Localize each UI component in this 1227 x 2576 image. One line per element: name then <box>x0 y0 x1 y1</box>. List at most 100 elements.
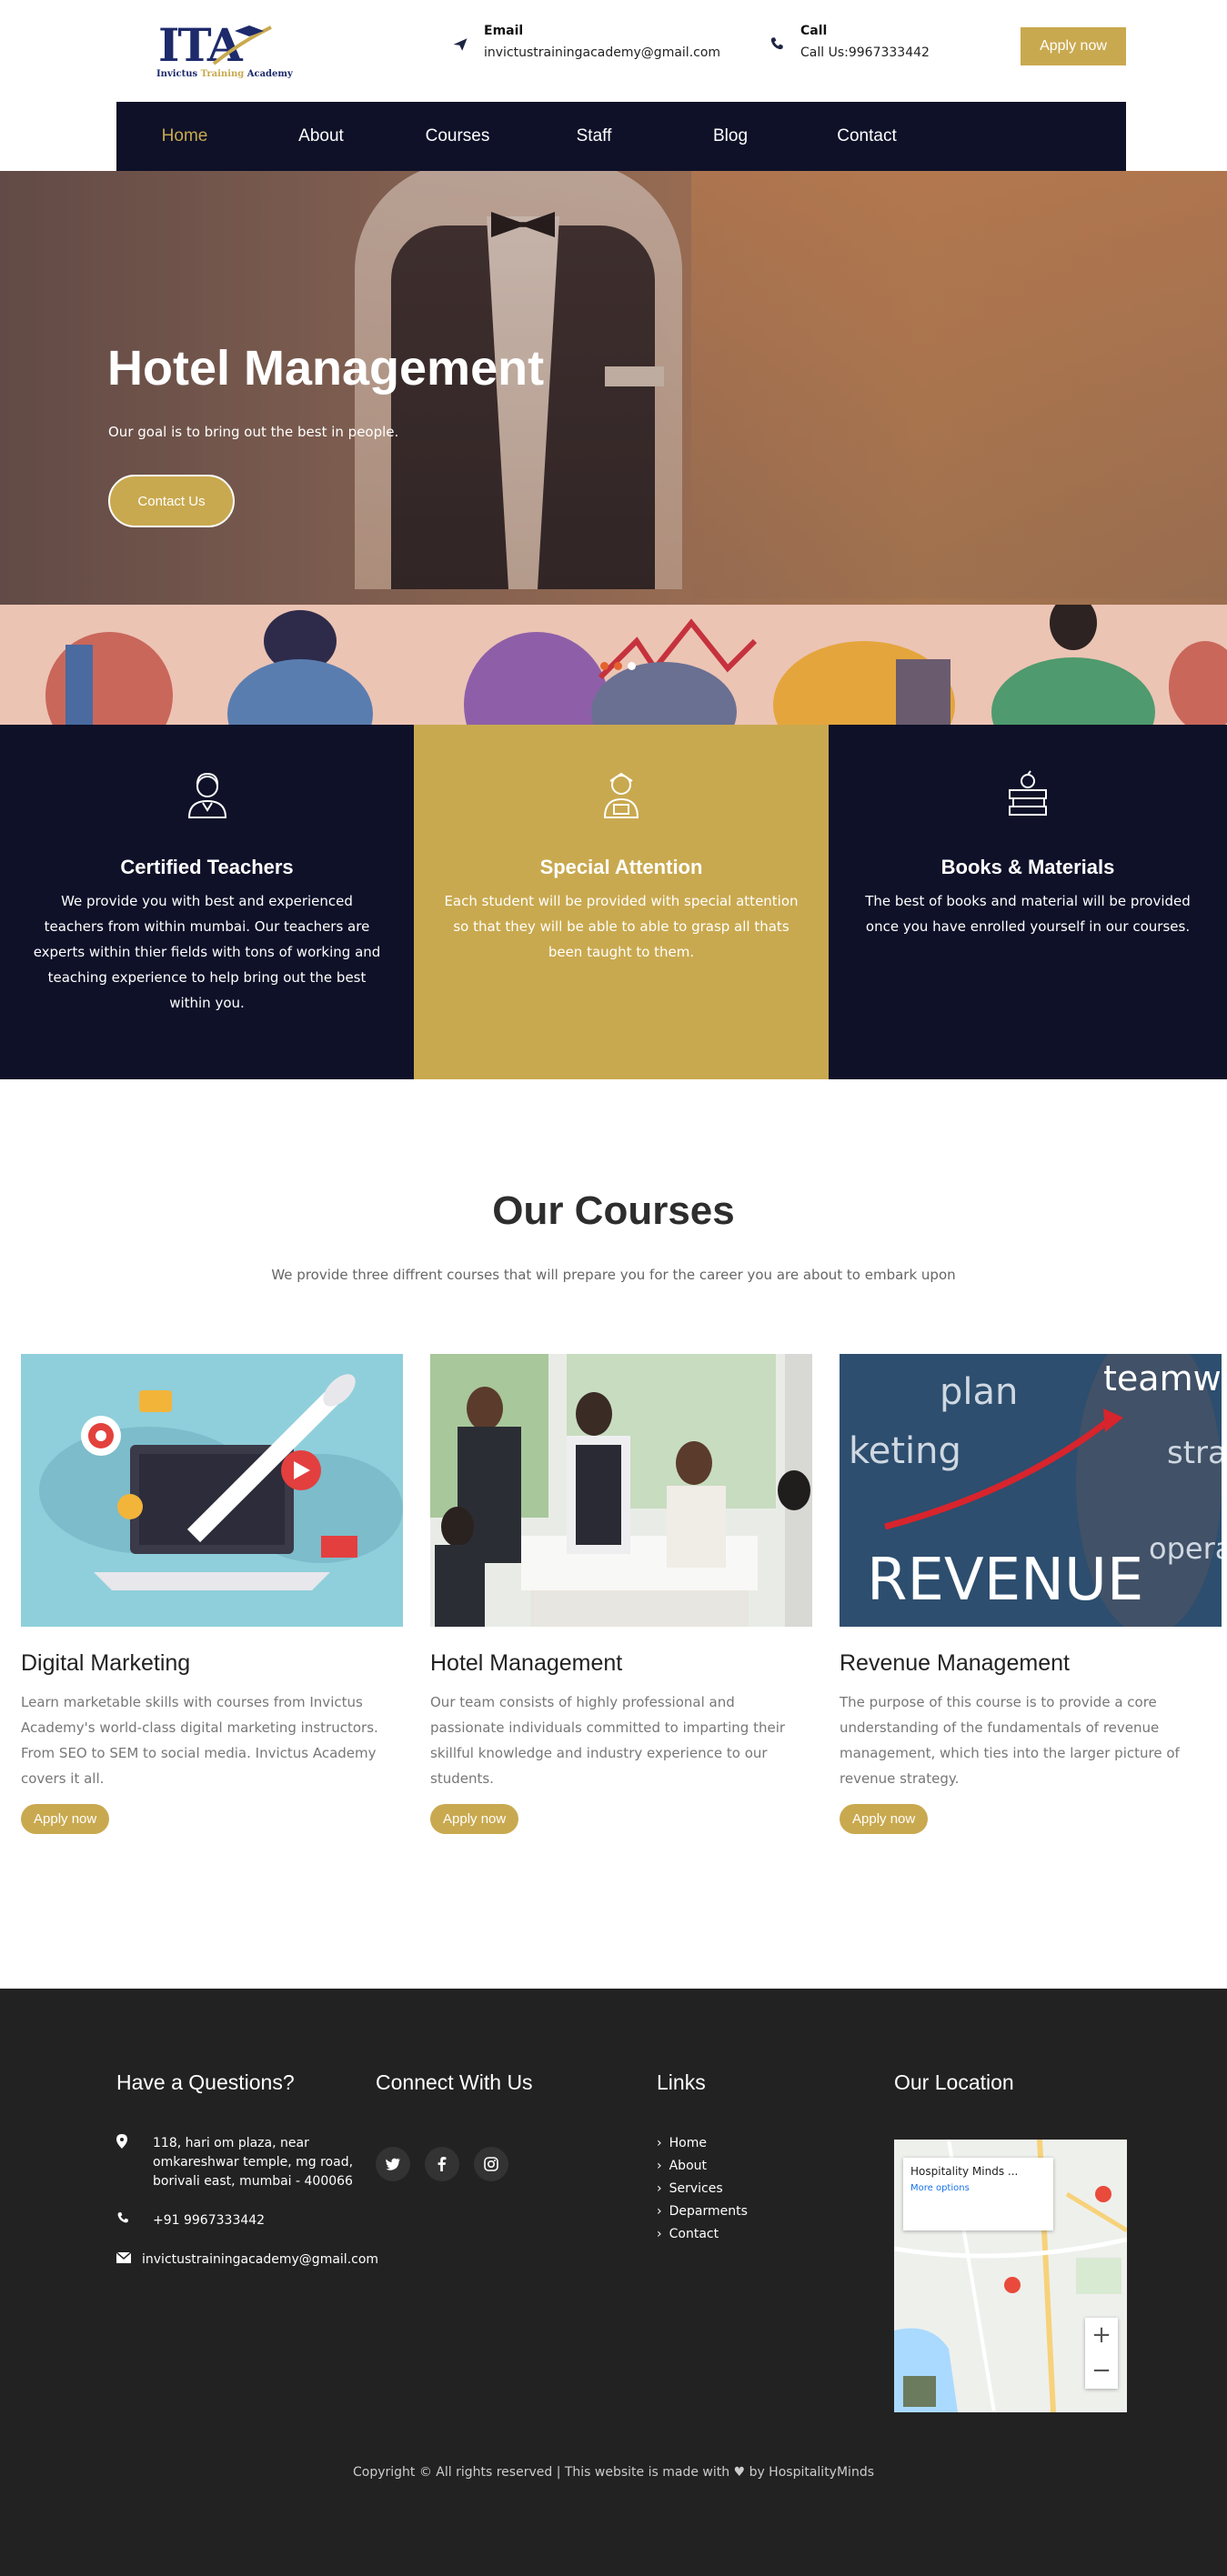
paper-plane-icon <box>451 36 469 55</box>
nav-courses[interactable]: Courses <box>389 102 526 171</box>
zoom-out-icon[interactable]: − <box>1085 2353 1118 2389</box>
courses-lead: We provide three diffrent courses that w… <box>271 1267 956 1283</box>
teacher-icon <box>187 772 226 818</box>
logo-swoosh-icon <box>212 25 272 65</box>
course-title: Hotel Management <box>430 1650 623 1676</box>
hero-slider: Hotel Management Our goal is to bring ou… <box>0 171 1227 605</box>
site-logo[interactable]: ITA Invictus Training Academy <box>155 13 293 99</box>
footer-address: 118, hari om plaza, near omkareshwar tem… <box>153 2136 354 2189</box>
nav-staff[interactable]: Staff <box>526 102 662 171</box>
course-text: Our team consists of highly professional… <box>430 1694 786 1787</box>
apply-now-button[interactable]: Apply now <box>21 1804 110 1834</box>
svg-text:teamw: teamw <box>1103 1358 1222 1398</box>
slider-dot-1[interactable] <box>600 662 608 670</box>
map-marker-icon <box>116 2134 153 2191</box>
feature-books-materials: Books & Materials The best of books and … <box>829 725 1227 1079</box>
nav-about[interactable]: About <box>253 102 389 171</box>
hero-illustration-strip <box>0 605 1227 725</box>
feature-text: Each student will be provided with speci… <box>444 893 799 960</box>
footer-link-about[interactable]: About <box>657 2155 748 2178</box>
map-more-options[interactable]: More options <box>910 2183 1046 2193</box>
facebook-icon[interactable] <box>425 2147 459 2181</box>
apply-now-button[interactable]: Apply now <box>840 1804 929 1834</box>
footer-link-contact[interactable]: Contact <box>657 2223 748 2246</box>
feature-title: Special Attention <box>539 856 703 878</box>
courses-heading: Our Courses <box>492 1188 735 1233</box>
slider-dot-3[interactable] <box>628 662 636 670</box>
phone-icon <box>116 2211 153 2230</box>
instagram-icon[interactable] <box>474 2147 508 2181</box>
hotel-management-image[interactable] <box>430 1354 812 1627</box>
map-place-card: Hospitality Minds ... More options <box>903 2158 1053 2230</box>
features-section: Certified Teachers We provide you with b… <box>0 725 1227 1079</box>
footer-email-row: invictustrainingacademy@gmail.com <box>116 2250 389 2270</box>
map-place-name: Hospitality Minds ... <box>910 2165 1019 2178</box>
feature-title: Certified Teachers <box>120 856 294 878</box>
digital-marketing-image[interactable] <box>21 1354 403 1627</box>
revenue-management-image[interactable]: plan teamw keting strat opera REVENUE <box>840 1354 1222 1627</box>
phone-icon <box>768 36 786 55</box>
course-card-hotel-management: Hotel Management Our team consists of hi… <box>430 1354 812 1834</box>
svg-text:keting: keting <box>849 1430 961 1472</box>
feature-certified-teachers: Certified Teachers We provide you with b… <box>0 725 414 1079</box>
copyright: Copyright © All rights reserved | This w… <box>352 2465 874 2480</box>
feature-special-attention: Special Attention Each student will be p… <box>414 725 829 1079</box>
footer-links-heading: Links <box>657 2070 706 2094</box>
footer-phone[interactable]: +91 9967333442 <box>153 2211 265 2230</box>
course-title: Revenue Management <box>840 1650 1070 1676</box>
course-title: Digital Marketing <box>21 1650 191 1676</box>
svg-text:strat: strat <box>1167 1435 1222 1471</box>
footer-link-services[interactable]: Services <box>657 2178 748 2200</box>
course-text: Learn marketable skills with courses fro… <box>21 1694 378 1787</box>
email-value[interactable]: invictustrainingacademy@gmail.com <box>484 45 720 60</box>
social-links <box>376 2147 508 2181</box>
apply-now-button[interactable]: Apply now <box>1021 27 1126 65</box>
footer-links: Home About Services Deparments Contact <box>657 2132 748 2246</box>
footer-connect-heading: Connect With Us <box>376 2070 533 2094</box>
site-footer: Have a Questions? Connect With Us Links … <box>0 1989 1227 2576</box>
email-label: Email <box>484 24 524 38</box>
apply-now-button[interactable]: Apply now <box>430 1804 519 1834</box>
feature-title: Books & Materials <box>940 856 1115 878</box>
feature-text: We provide you with best and experienced… <box>33 893 381 1011</box>
main-nav: Home About Courses Staff Blog Contact <box>116 102 1126 171</box>
twitter-icon[interactable] <box>376 2147 410 2181</box>
footer-phone-row: +91 9967333442 <box>116 2211 389 2230</box>
course-card-revenue-management: plan teamw keting strat opera REVENUE Re… <box>840 1354 1222 1834</box>
course-text: The purpose of this course is to provide… <box>840 1694 1180 1787</box>
footer-address-row: 118, hari om plaza, near omkareshwar tem… <box>116 2134 389 2191</box>
course-card-digital-marketing: Digital Marketing Learn marketable skill… <box>21 1354 403 1834</box>
header-call: Call Call Us:9967333442 <box>768 24 930 60</box>
header-email: Email invictustrainingacademy@gmail.com <box>451 24 720 60</box>
envelope-icon <box>116 2250 142 2270</box>
svg-text:REVENUE: REVENUE <box>867 1547 1143 1614</box>
zoom-in-icon[interactable]: + <box>1085 2318 1118 2353</box>
location-map[interactable]: Hospitality Minds ... More options + − <box>894 2140 1127 2412</box>
course-grid: Digital Marketing Learn marketable skill… <box>21 1354 1222 1834</box>
slider-dots <box>600 662 636 670</box>
footer-location-heading: Our Location <box>894 2070 1014 2094</box>
footer-questions-heading: Have a Questions? <box>116 2070 295 2094</box>
top-bar: ITA Invictus Training Academy Email invi… <box>0 0 1227 171</box>
nav-home[interactable]: Home <box>116 102 253 171</box>
map-zoom-control: + − <box>1085 2318 1118 2389</box>
footer-email[interactable]: invictustrainingacademy@gmail.com <box>142 2250 378 2270</box>
hero-subtitle: Our goal is to bring out the best in peo… <box>108 424 399 440</box>
footer-link-departments[interactable]: Deparments <box>657 2200 748 2223</box>
slider-dot-2[interactable] <box>614 662 622 670</box>
nav-blog[interactable]: Blog <box>662 102 799 171</box>
nav-contact[interactable]: Contact <box>799 102 935 171</box>
feature-text: The best of books and material will be p… <box>865 893 1191 935</box>
footer-link-home[interactable]: Home <box>657 2132 748 2155</box>
call-value[interactable]: Call Us:9967333442 <box>800 45 930 60</box>
student-icon <box>603 772 639 818</box>
contact-us-button[interactable]: Contact Us <box>108 475 235 527</box>
call-label: Call <box>800 24 828 38</box>
courses-section: Our Courses We provide three diffrent co… <box>0 1079 1227 1989</box>
books-icon <box>1009 770 1047 816</box>
footer-contact-info: 118, hari om plaza, near omkareshwar tem… <box>116 2134 389 2290</box>
svg-text:opera: opera <box>1149 1531 1222 1566</box>
logo-subtitle: Invictus Training Academy <box>156 69 293 79</box>
svg-text:plan: plan <box>940 1371 1018 1413</box>
hero-title: Hotel Management <box>107 341 545 396</box>
